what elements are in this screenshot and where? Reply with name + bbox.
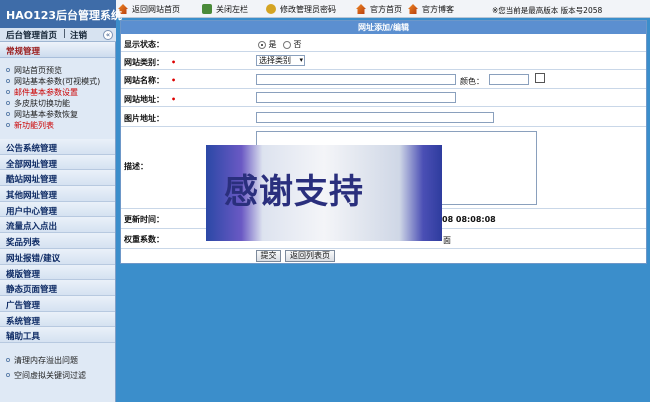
- color-picker-icon[interactable]: [535, 73, 545, 83]
- separator: |: [63, 29, 66, 39]
- sidebar-category-tools[interactable]: 辅助工具: [0, 327, 115, 343]
- panel-title: 网址添加/编辑: [121, 21, 646, 34]
- nav-home-link[interactable]: 返回网站首页: [118, 3, 180, 15]
- admin-home-link[interactable]: 后台管理首页: [6, 29, 57, 41]
- bullet-icon: [6, 90, 10, 94]
- sidebar-item-params-restore[interactable]: 网站基本参数恢复: [0, 106, 115, 119]
- sidebar-category-url-reports[interactable]: 网址报错/建议: [0, 248, 115, 265]
- form-row-name: 网站名称： • 颜色：: [121, 70, 646, 89]
- sidebar-category-all-urls[interactable]: 全部网址管理: [0, 154, 115, 171]
- bullet-icon: [6, 357, 10, 362]
- bullet-icon: [6, 68, 10, 72]
- site-name-input[interactable]: [256, 74, 456, 85]
- bullet-icon: [6, 101, 10, 105]
- bullet-icon: [6, 112, 10, 116]
- site-url-label: 网站地址： •: [124, 95, 177, 104]
- sidebar-tool-clear-memory[interactable]: 清理内存溢出问题: [0, 352, 115, 367]
- weight-label: 权重系数：: [124, 235, 164, 244]
- form-row-category: 网站类别： • 选择类别 ▾: [121, 52, 646, 70]
- sidebar-category-cool-sites[interactable]: 酷站网址管理: [0, 170, 115, 187]
- site-name-label: 网站名称： •: [124, 76, 177, 85]
- sidebar-category-ads[interactable]: 广告管理: [0, 295, 115, 312]
- image-url-input[interactable]: [256, 112, 494, 123]
- category-select[interactable]: 选择类别 ▾: [256, 55, 305, 66]
- close-icon: [202, 4, 212, 14]
- image-url-label: 图片地址：: [124, 114, 164, 123]
- display-no-option[interactable]: 否: [283, 39, 302, 50]
- sidebar-category-announcements[interactable]: 公告系统管理: [0, 139, 115, 155]
- update-time-value: 08 08:08:08: [442, 215, 496, 224]
- display-yes-option[interactable]: 是: [258, 39, 277, 50]
- home-icon: [408, 4, 418, 14]
- category-label: 网站类别： •: [124, 58, 177, 67]
- nav-change-password-link[interactable]: 修改管理员密码: [266, 3, 336, 15]
- weight-note: 面: [443, 236, 451, 245]
- sidebar-item-skin-switch[interactable]: 多皮肤切换功能: [0, 95, 115, 108]
- app-title: HAO123后台管理系统: [0, 0, 122, 30]
- radio-no[interactable]: [283, 40, 291, 49]
- sidebar-category-prizes[interactable]: 奖品列表: [0, 233, 115, 249]
- sidebar-category-static-pages[interactable]: 静态页面管理: [0, 280, 115, 296]
- color-label: 颜色：: [460, 77, 484, 86]
- thanks-overlay-text: 感谢支持: [224, 172, 364, 212]
- sidebar-item-site-preview[interactable]: 网站首页预览: [0, 62, 115, 75]
- home-icon: [356, 4, 366, 14]
- sidebar-category-other-urls[interactable]: 其他网址管理: [0, 186, 115, 202]
- sidebar: 常规管理 网站首页预览 网站基本参数(可视模式) 邮件基本参数设置 多皮肤切换功…: [0, 42, 116, 402]
- form-row-image: 图片地址：: [121, 107, 646, 127]
- sidebar-section-title[interactable]: 常规管理: [0, 42, 115, 58]
- thanks-overlay-banner: 感谢支持: [206, 145, 442, 241]
- description-label: 描述：: [124, 162, 148, 171]
- bullet-icon: [6, 372, 10, 377]
- form-row-display: 显示状态： 是 否: [121, 34, 646, 52]
- nav-close-sidebar-link[interactable]: 关闭左栏: [202, 3, 248, 15]
- sidebar-tool-keyword-filter[interactable]: 空间虚拟关键词过滤: [0, 367, 115, 382]
- radio-yes[interactable]: [258, 40, 266, 49]
- nav-official-blog-link[interactable]: 官方博客: [408, 3, 454, 15]
- back-to-list-button[interactable]: 返回列表页: [285, 250, 335, 262]
- sidebar-category-system[interactable]: 系统管理: [0, 311, 115, 328]
- display-status-label: 显示状态：: [124, 40, 164, 49]
- collapse-sidebar-icon[interactable]: «: [103, 30, 113, 40]
- sidebar-category-traffic[interactable]: 流量点入点出: [0, 217, 115, 234]
- chevron-down-icon: ▾: [299, 56, 303, 64]
- update-time-label: 更新时间：: [124, 215, 164, 224]
- bullet-icon: [6, 79, 10, 83]
- color-input[interactable]: [489, 74, 529, 85]
- sidebar-item-mail-params[interactable]: 邮件基本参数设置: [0, 84, 115, 97]
- submit-button[interactable]: 提交: [256, 250, 281, 262]
- nav-official-home-link[interactable]: 官方首页: [356, 3, 402, 15]
- form-row-url: 网站地址： •: [121, 89, 646, 107]
- logout-link[interactable]: 注销: [70, 29, 87, 41]
- key-icon: [266, 4, 276, 14]
- sidebar-item-site-params[interactable]: 网站基本参数(可视模式): [0, 73, 115, 86]
- sidebar-category-user-center[interactable]: 用户中心管理: [0, 201, 115, 218]
- bullet-icon: [6, 123, 10, 127]
- version-info: ※您当前是最高版本 版本号2058: [492, 6, 603, 15]
- site-url-input[interactable]: [256, 92, 456, 103]
- admin-links-strip: 后台管理首页 | 注销 «: [0, 28, 116, 42]
- sidebar-item-new-features[interactable]: 新功能列表: [0, 117, 115, 130]
- sidebar-category-templates[interactable]: 模版管理: [0, 264, 115, 281]
